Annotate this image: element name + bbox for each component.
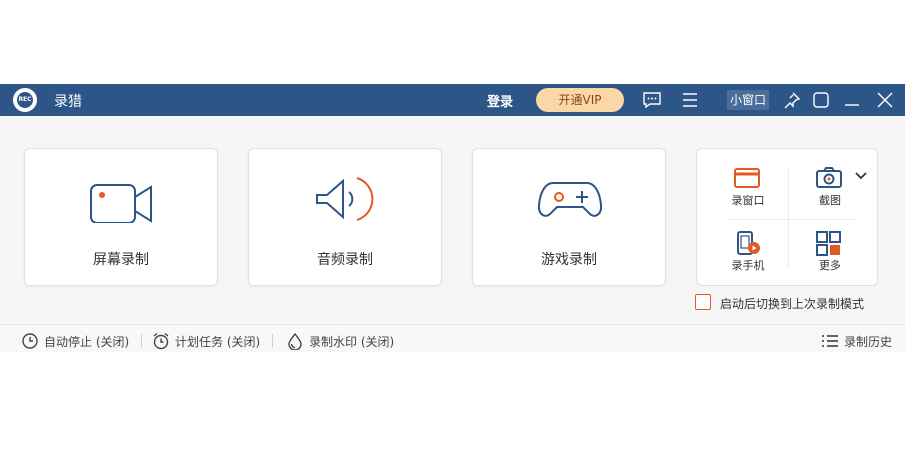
divider xyxy=(141,334,142,347)
list-icon xyxy=(822,335,838,347)
minimize-icon[interactable] xyxy=(842,90,862,110)
screenshot-icon xyxy=(816,167,842,188)
record-phone-button[interactable]: 录手机 xyxy=(713,222,783,277)
close-icon[interactable] xyxy=(875,90,895,110)
vip-button[interactable]: 开通VIP xyxy=(536,88,624,112)
speaker-icon xyxy=(316,177,374,221)
gamepad-icon xyxy=(537,182,603,217)
start-mode-checkbox[interactable] xyxy=(695,294,711,310)
grid-icon xyxy=(816,231,841,256)
app-window: REC 录猎 登录 开通VIP 小窗口 屏幕录制 音频录制 游戏录制 录窗口 截… xyxy=(0,84,905,352)
menu-icon[interactable] xyxy=(680,90,700,110)
message-icon[interactable] xyxy=(642,90,662,110)
mini-window-button[interactable]: 小窗口 xyxy=(727,90,770,110)
tool-label: 截图 xyxy=(819,194,841,207)
tools-panel: 录窗口 截图 录手机 更多 xyxy=(696,148,878,286)
card-label: 游戏录制 xyxy=(541,252,597,268)
scheduled-task-label: 计划任务 (关闭) xyxy=(175,335,261,349)
tool-label: 录手机 xyxy=(731,259,765,272)
login-button[interactable]: 登录 xyxy=(487,91,513,110)
title-bar: REC 录猎 登录 开通VIP 小窗口 xyxy=(0,84,905,116)
pin-icon[interactable] xyxy=(782,90,802,110)
card-label: 屏幕录制 xyxy=(93,252,149,268)
chevron-down-icon[interactable] xyxy=(854,171,868,181)
record-history-label: 录制历史 xyxy=(844,335,893,349)
camera-icon xyxy=(90,184,152,223)
restore-icon[interactable] xyxy=(811,90,831,110)
alarm-icon xyxy=(153,332,169,350)
more-button[interactable]: 更多 xyxy=(795,222,865,277)
tool-label: 更多 xyxy=(819,259,841,272)
card-label: 音频录制 xyxy=(317,252,373,268)
watermark-label: 录制水印 (关闭) xyxy=(309,335,395,349)
app-logo-icon: REC xyxy=(13,88,37,112)
phone-icon xyxy=(737,231,760,255)
window-icon xyxy=(734,168,760,188)
game-record-card[interactable]: 游戏录制 xyxy=(472,148,666,286)
drop-icon xyxy=(288,332,302,350)
clock-icon xyxy=(22,333,38,349)
screenshot-button[interactable]: 截图 xyxy=(795,157,865,212)
auto-stop-label: 自动停止 (关闭) xyxy=(44,335,130,349)
record-window-button[interactable]: 录窗口 xyxy=(713,157,783,212)
audio-record-card[interactable]: 音频录制 xyxy=(248,148,442,286)
tool-label: 录窗口 xyxy=(731,194,765,207)
screen-record-card[interactable]: 屏幕录制 xyxy=(24,148,218,286)
divider xyxy=(727,219,855,220)
start-mode-label: 启动后切换到上次录制模式 xyxy=(720,297,865,311)
app-title: 录猎 xyxy=(54,94,82,110)
bottom-bar: 自动停止 (关闭) 计划任务 (关闭) 录制水印 (关闭) 录制历史 xyxy=(0,324,905,352)
divider xyxy=(272,334,273,347)
